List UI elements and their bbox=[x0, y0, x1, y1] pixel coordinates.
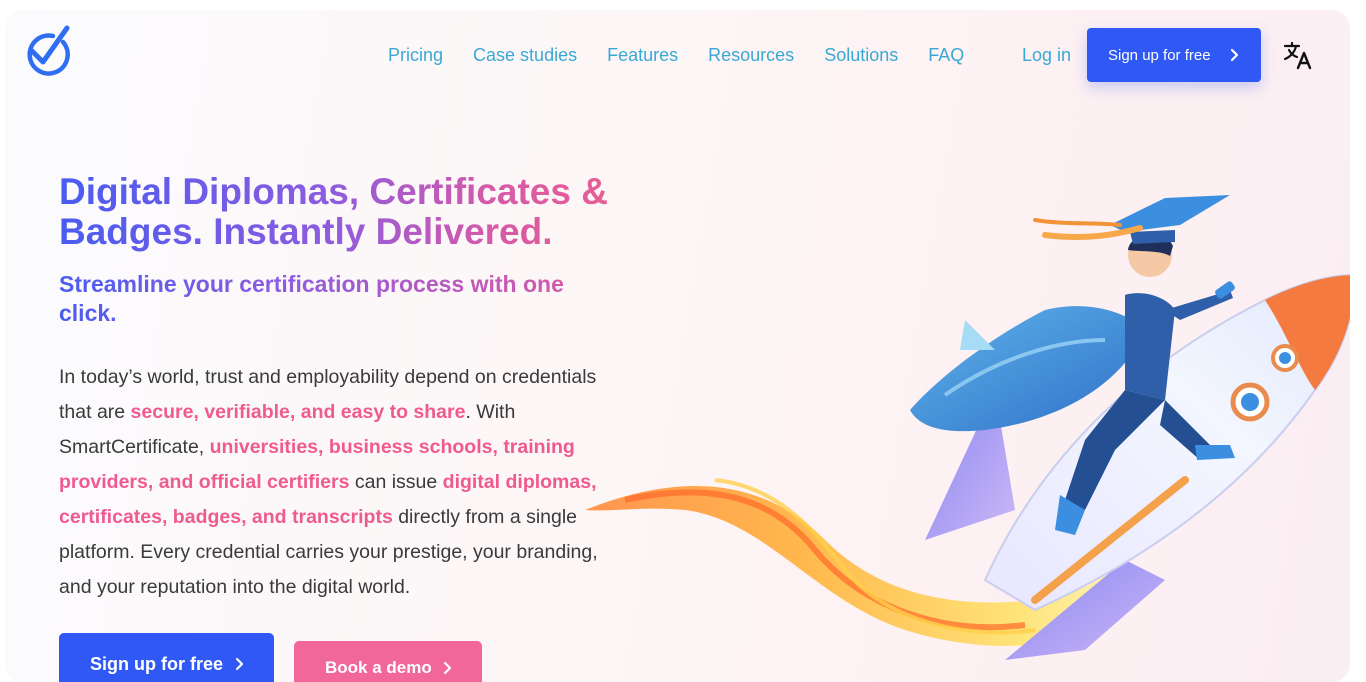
nav-features[interactable]: Features bbox=[607, 44, 678, 66]
translate-icon[interactable] bbox=[1283, 40, 1313, 70]
hero-title: Digital Diplomas, Certificates & Badges.… bbox=[59, 172, 639, 252]
hero-signup-button[interactable]: Sign up for free bbox=[59, 633, 274, 682]
checkmark-logo-icon[interactable] bbox=[23, 24, 71, 76]
main-nav: Pricing Case studies Features Resources … bbox=[388, 44, 994, 66]
nav-case-studies[interactable]: Case studies bbox=[473, 44, 577, 66]
hero-body-highlight: secure, verifiable, and easy to share bbox=[130, 401, 466, 423]
chevron-right-icon bbox=[443, 661, 452, 675]
nav-resources[interactable]: Resources bbox=[708, 44, 794, 66]
chevron-right-icon bbox=[1230, 48, 1239, 62]
header-signup-label: Sign up for free bbox=[1108, 46, 1211, 64]
book-demo-button[interactable]: Book a demo bbox=[294, 641, 482, 682]
graduate-riding-rocket-illustration bbox=[585, 195, 1350, 660]
nav-pricing[interactable]: Pricing bbox=[388, 44, 443, 66]
hero-subtitle: Streamline your certification process wi… bbox=[59, 270, 589, 328]
header-signup-button[interactable]: Sign up for free bbox=[1087, 28, 1261, 82]
hero-signup-label: Sign up for free bbox=[90, 653, 224, 674]
book-demo-label: Book a demo bbox=[325, 658, 432, 677]
page-container: Pricing Case studies Features Resources … bbox=[5, 10, 1350, 682]
nav-solutions[interactable]: Solutions bbox=[824, 44, 898, 66]
hero-body-text: can issue bbox=[349, 471, 443, 493]
login-link[interactable]: Log in bbox=[1022, 44, 1071, 66]
nav-faq[interactable]: FAQ bbox=[928, 44, 964, 66]
hero-body: In today’s world, trust and employabilit… bbox=[59, 360, 611, 605]
chevron-right-icon bbox=[235, 657, 244, 671]
